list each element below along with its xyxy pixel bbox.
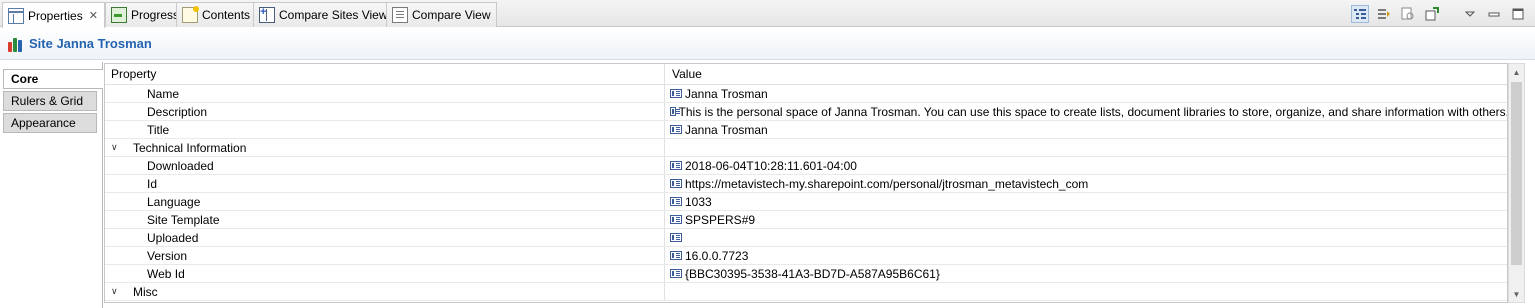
table-row[interactable]: Name Janna Trosman xyxy=(105,85,1507,103)
table-row[interactable]: Description This is the personal space o… xyxy=(105,103,1508,121)
column-header-value[interactable]: Value xyxy=(666,64,1507,84)
property-value[interactable]: This is the personal space of Janna Tros… xyxy=(666,103,1508,120)
group-value xyxy=(666,139,1507,156)
scroll-down-icon[interactable]: ▼ xyxy=(1509,286,1524,302)
property-value[interactable]: Janna Trosman xyxy=(666,85,1507,102)
table-row[interactable]: Id https://metavistech-my.sharepoint.com… xyxy=(105,175,1507,193)
property-name: Language xyxy=(105,193,665,210)
property-value-text: 2018-06-04T10:28:11.601-04:00 xyxy=(685,158,857,173)
table-group-row[interactable]: ∨ Misc xyxy=(105,283,1507,301)
show-advanced-icon[interactable] xyxy=(1375,5,1393,23)
scroll-up-icon[interactable]: ▲ xyxy=(1509,64,1524,80)
group-name: ∨ Technical Information xyxy=(105,139,665,156)
chevron-down-icon[interactable]: ∨ xyxy=(111,286,123,297)
close-icon[interactable]: ✕ xyxy=(89,9,98,22)
chevron-down-icon[interactable]: ∨ xyxy=(111,142,123,153)
properties-header: Site Janna Trosman xyxy=(0,28,1535,60)
compare-sites-icon xyxy=(259,6,275,23)
property-value-text: 1033 xyxy=(685,194,712,209)
tab-properties[interactable]: Properties ✕ xyxy=(2,2,105,28)
view-tab-bar: Properties ✕ Progress Contents Compare S… xyxy=(0,0,1535,28)
property-name: Description xyxy=(105,103,665,120)
tab-compare-view[interactable]: Compare View xyxy=(386,2,498,27)
tab-progress-label: Progress xyxy=(131,8,180,22)
table-row[interactable]: Site Template SPSPERS#9 xyxy=(105,211,1507,229)
property-value[interactable]: {BBC30395-3538-41A3-BD7D-A587A95B6C61} xyxy=(666,265,1507,282)
property-value-text: 16.0.0.7723 xyxy=(685,248,749,263)
property-name: Downloaded xyxy=(105,157,665,174)
vertical-scrollbar[interactable]: ▲ ▼ xyxy=(1508,63,1525,303)
compare-view-icon xyxy=(392,7,408,23)
group-value xyxy=(666,283,1507,300)
property-value[interactable] xyxy=(666,229,1507,246)
property-name: Version xyxy=(105,247,665,264)
property-name: Name xyxy=(105,85,665,102)
progress-icon xyxy=(111,7,127,23)
view-menu-icon[interactable] xyxy=(1461,5,1479,23)
side-tab-appearance[interactable]: Appearance xyxy=(3,113,97,133)
table-row[interactable]: Version 16.0.0.7723 xyxy=(105,247,1507,265)
value-icon xyxy=(670,251,682,260)
property-name: Title xyxy=(105,121,665,138)
property-value-text: SPSPERS#9 xyxy=(685,212,756,227)
property-value-text: https://metavistech-my.sharepoint.com/pe… xyxy=(685,176,1089,191)
table-row[interactable]: Title Janna Trosman xyxy=(105,121,1507,139)
property-value-text: Janna Trosman xyxy=(685,86,768,101)
side-tab-core[interactable]: Core xyxy=(3,69,103,89)
property-value[interactable]: 16.0.0.7723 xyxy=(666,247,1507,264)
property-value[interactable]: SPSPERS#9 xyxy=(666,211,1507,228)
table-row[interactable]: Uploaded xyxy=(105,229,1507,247)
tab-progress[interactable]: Progress xyxy=(105,2,187,27)
property-name: Site Template xyxy=(105,211,665,228)
property-value-text: This is the personal space of Janna Tros… xyxy=(678,104,1508,119)
property-value[interactable]: Janna Trosman xyxy=(666,121,1507,138)
show-categories-icon[interactable] xyxy=(1351,5,1369,23)
table-header-row: Property Value xyxy=(105,64,1507,85)
property-value[interactable]: https://metavistech-my.sharepoint.com/pe… xyxy=(666,175,1507,192)
value-icon xyxy=(670,89,682,98)
property-name: Id xyxy=(105,175,665,192)
group-name: ∨ Misc xyxy=(105,283,665,300)
pin-icon[interactable] xyxy=(1423,5,1441,23)
page-title: Site Janna Trosman xyxy=(29,36,152,51)
tab-compare-sites-label: Compare Sites View xyxy=(279,8,388,22)
value-icon xyxy=(670,179,682,188)
properties-icon xyxy=(8,7,24,24)
table-group-row[interactable]: ∨ Technical Information xyxy=(105,139,1507,157)
group-label: Misc xyxy=(133,284,158,299)
value-icon xyxy=(670,161,682,170)
property-value-text: Janna Trosman xyxy=(685,122,768,137)
scrollbar-thumb[interactable] xyxy=(1511,82,1522,265)
value-icon xyxy=(670,269,682,278)
tab-compare-sites-view[interactable]: Compare Sites View xyxy=(253,2,395,27)
property-category-tabs: Core Rulers & Grid Appearance xyxy=(3,62,103,308)
site-icon xyxy=(8,36,24,52)
maximize-icon[interactable] xyxy=(1509,5,1527,23)
property-value-text: {BBC30395-3538-41A3-BD7D-A587A95B6C61} xyxy=(685,266,940,281)
group-label: Technical Information xyxy=(133,140,247,155)
tab-contents-label: Contents xyxy=(202,8,251,22)
property-table: Property Value Name Janna Trosman Descri… xyxy=(104,63,1508,303)
value-icon xyxy=(670,197,682,206)
filter-icon[interactable] xyxy=(1399,5,1417,23)
tab-compare-view-label: Compare View xyxy=(412,8,491,22)
tab-contents[interactable]: Contents xyxy=(176,2,258,27)
property-value[interactable]: 2018-06-04T10:28:11.601-04:00 xyxy=(666,157,1507,174)
property-name: Web Id xyxy=(105,265,665,282)
value-icon xyxy=(670,215,682,224)
column-header-property[interactable]: Property xyxy=(105,64,665,84)
contents-icon xyxy=(182,6,199,23)
side-tab-rulers-grid[interactable]: Rulers & Grid xyxy=(3,91,97,111)
table-row[interactable]: Downloaded 2018-06-04T10:28:11.601-04:00 xyxy=(105,157,1507,175)
view-toolbar xyxy=(1351,5,1527,23)
value-icon xyxy=(670,107,680,116)
table-row[interactable]: Language 1033 xyxy=(105,193,1507,211)
value-icon xyxy=(670,233,682,242)
tab-properties-label: Properties xyxy=(28,8,83,23)
value-icon xyxy=(670,125,682,134)
table-row[interactable]: Web Id {BBC30395-3538-41A3-BD7D-A587A95B… xyxy=(105,265,1507,283)
property-value[interactable]: 1033 xyxy=(666,193,1507,210)
property-name: Uploaded xyxy=(105,229,665,246)
minimize-icon[interactable] xyxy=(1485,5,1503,23)
